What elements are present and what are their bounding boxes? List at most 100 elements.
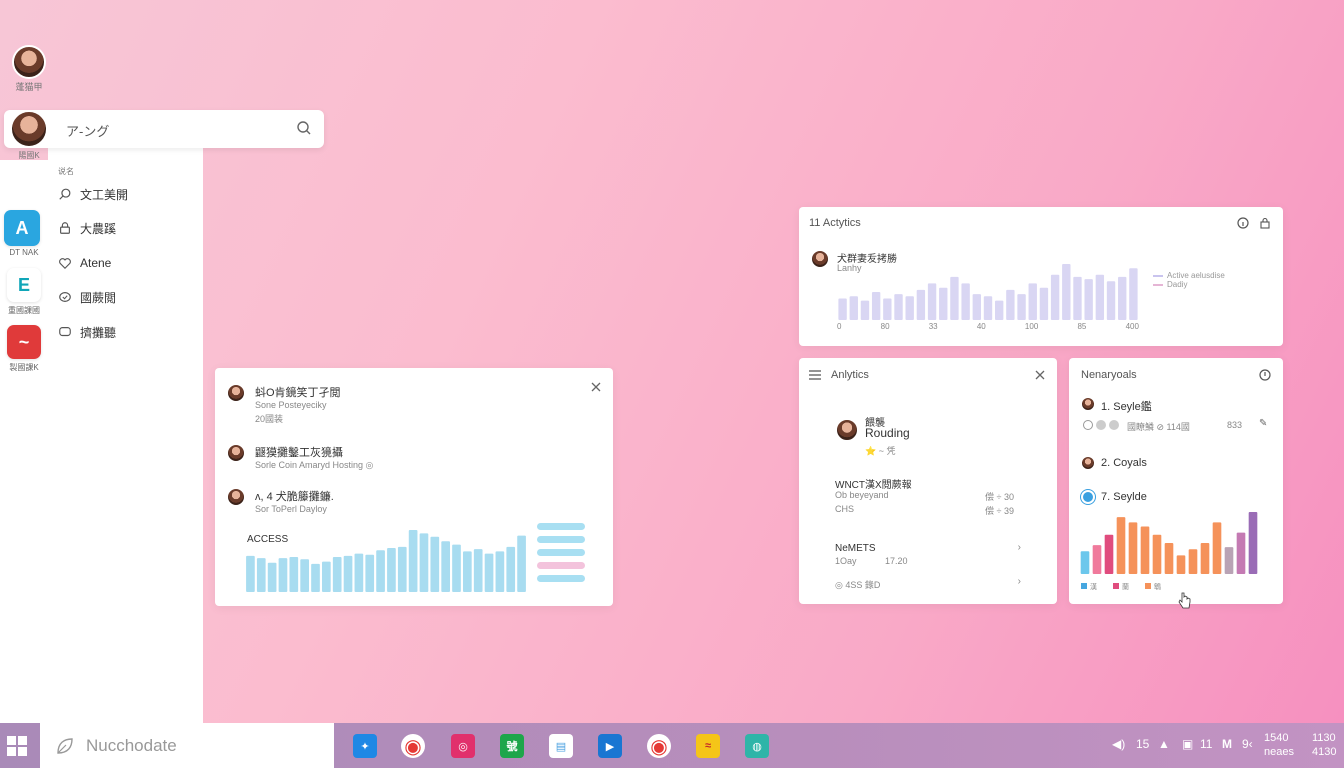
- taskbar-app-blue[interactable]: ▶: [598, 734, 622, 758]
- chart-bar: [311, 563, 320, 592]
- taskbar-app-chrome[interactable]: ◉: [401, 734, 425, 758]
- info-icon[interactable]: [1237, 217, 1249, 229]
- message-tray-icon[interactable]: ▣: [1182, 737, 1193, 751]
- chevron-right-icon[interactable]: ›: [1018, 576, 1021, 587]
- x-tick: 85: [1077, 322, 1087, 331]
- taskbar-app-runner[interactable]: ✦: [353, 734, 377, 758]
- activity-row-2-title: 鼴獏攤鑿工灰獍攝: [255, 447, 343, 459]
- chart-bar: [972, 294, 982, 320]
- activity-card: 蚪O肯鏡笑丁孑閲 Sone Posteyeciky 20國装 鼴獏攤鑿工灰獍攝 …: [215, 368, 613, 606]
- chart-bar: [1224, 547, 1234, 574]
- chart-bar: [838, 298, 847, 320]
- lock-icon: [60, 222, 70, 234]
- heart-icon: [59, 258, 71, 270]
- close-icon[interactable]: [591, 382, 601, 392]
- chart-bar: [322, 561, 331, 592]
- section1-row1-left: Ob beyeyand: [835, 490, 889, 500]
- analytics-bar-chart: [838, 264, 1138, 320]
- activity-row-2-sub: Sorle Coin Amaryd Hosting ◎: [255, 460, 374, 470]
- tray-value-11: 11: [1200, 737, 1213, 751]
- chart-bar: [332, 557, 342, 592]
- taskbar-app-green[interactable]: 號: [500, 734, 524, 758]
- close-icon[interactable]: [1035, 370, 1045, 380]
- chart-bar: [387, 548, 396, 592]
- section3: ◎ 4SS 錄D: [835, 580, 881, 590]
- lock-icon[interactable]: [1259, 217, 1271, 229]
- search-bar[interactable]: ア-ング: [4, 110, 324, 148]
- chart-bar: [1152, 534, 1162, 574]
- warning-icon[interactable]: ▲: [1158, 737, 1170, 751]
- rail-app-3[interactable]: ~: [7, 325, 41, 359]
- profile-avatar[interactable]: [12, 45, 46, 79]
- clock[interactable]: 1540 neaes: [1264, 731, 1294, 759]
- mail-icon[interactable]: M: [1222, 737, 1232, 751]
- tray-value-15: 15: [1136, 737, 1150, 751]
- search-avatar[interactable]: [10, 110, 48, 148]
- tray-value-9: 9‹: [1242, 737, 1253, 751]
- activity-row-1-title: 蚪O肯鏡笑丁孑閲: [255, 387, 341, 399]
- rail-app-1[interactable]: A: [4, 210, 40, 246]
- taskbar-app-globe[interactable]: ◍: [745, 734, 769, 758]
- edit-icon[interactable]: ✎: [1259, 418, 1267, 429]
- chart-bar: [1106, 281, 1116, 320]
- taskbar-app-yellow[interactable]: ≈: [696, 734, 720, 758]
- x-tick: 400: [1125, 322, 1139, 331]
- activity-row-1-sub: Sone Posteyeciky: [255, 400, 327, 410]
- activity-row-3-title: ᴧ, 4 犬脆籐攤鐮.: [255, 491, 334, 503]
- sidebar-item-2[interactable]: 大農蹊: [58, 216, 116, 240]
- menu-icon[interactable]: [809, 370, 821, 380]
- sidebar-item-4[interactable]: 國蕨閲: [58, 285, 116, 309]
- chart-bar: [430, 536, 440, 592]
- avatar: [227, 488, 245, 506]
- chart-bar: [1164, 543, 1174, 574]
- goal-item-3[interactable]: 7. Seylde: [1101, 491, 1147, 503]
- chart-bar: [1200, 543, 1210, 574]
- x-tick: 80: [880, 322, 890, 331]
- windows-start-icon[interactable]: [6, 735, 28, 757]
- section2-left: 1Oay: [835, 556, 857, 566]
- goal-item-1[interactable]: 1. Seyle鑑: [1101, 398, 1152, 414]
- volume-icon[interactable]: ◀): [1112, 737, 1125, 751]
- avatar: [1081, 397, 1095, 411]
- chat-icon: [59, 292, 71, 302]
- taskbar-app-store[interactable]: ▤: [549, 734, 573, 758]
- taskbar-search[interactable]: Nucchodate: [40, 723, 334, 768]
- chart-bar: [905, 296, 914, 320]
- chart-bar: [883, 298, 892, 320]
- chart-bar: [397, 546, 407, 592]
- chart-bar: [894, 294, 903, 320]
- chevron-right-icon[interactable]: ›: [1018, 542, 1021, 553]
- chart-bar: [1095, 274, 1105, 320]
- cursor-icon: [1178, 592, 1191, 609]
- search-icon[interactable]: [296, 120, 312, 136]
- avatar: [811, 250, 829, 268]
- chart-bar: [860, 300, 870, 320]
- goal-item-1-meta: 國瞭鱗 ⊘ 114國: [1127, 422, 1190, 432]
- sidebar-item-1[interactable]: 文工美開: [58, 182, 128, 206]
- chart-bar: [1050, 274, 1060, 320]
- chart-bar: [1188, 549, 1198, 574]
- rail-app-2[interactable]: E: [7, 268, 41, 302]
- search-input[interactable]: ア-ング: [66, 121, 109, 140]
- chart-bar: [463, 551, 472, 592]
- analytics-card: Anlytics 餵襲 Rouding ⭐ ~ 凭 WNCT漢X閲蕨報 Ob b…: [799, 358, 1057, 604]
- taskbar-app-instagram[interactable]: ◎: [451, 734, 475, 758]
- rail-app-1-label: DT NAK: [9, 248, 39, 257]
- chart-bar: [1248, 512, 1258, 574]
- sidebar-item-3[interactable]: Atene: [58, 251, 111, 275]
- chart-bar: [1116, 517, 1126, 574]
- date[interactable]: 1130 4130: [1312, 731, 1336, 759]
- chart-bar: [1080, 551, 1090, 574]
- goal-item-2[interactable]: 2. Coyals: [1101, 457, 1147, 469]
- taskbar-app-chrome-2[interactable]: ◉: [647, 734, 671, 758]
- chart-bar: [1084, 279, 1093, 320]
- sidebar-item-5[interactable]: 擠攤聽: [58, 320, 116, 344]
- info-icon[interactable]: [1259, 369, 1271, 381]
- analytics-title: Anlytics: [831, 369, 869, 381]
- avatar: [835, 418, 859, 442]
- activity-row-1-sub2: 20國装: [255, 414, 284, 424]
- x-tick: 33: [928, 322, 938, 331]
- chart-bar: [1129, 268, 1138, 320]
- chart-bar: [1073, 276, 1082, 320]
- chart-bar: [1028, 283, 1037, 320]
